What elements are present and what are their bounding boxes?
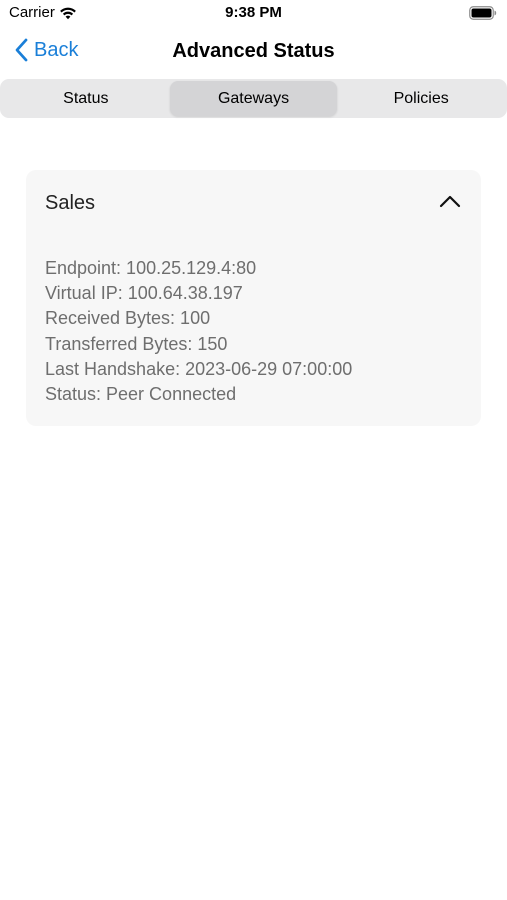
gateway-card-header[interactable]: Sales	[26, 170, 481, 236]
tab-gateways[interactable]: Gateways	[169, 81, 338, 116]
virtual-ip-value: Virtual IP: 100.64.38.197	[45, 283, 243, 304]
tab-status[interactable]: Status	[2, 81, 170, 116]
transferred-bytes-value: Transferred Bytes: 150	[45, 333, 228, 354]
received-bytes-value: Received Bytes: 100	[45, 308, 211, 329]
peer-status-value: Status: Peer Connected	[45, 384, 237, 405]
gateway-card: Sales Endpoint: 100.25.129.4:80 Virtual …	[26, 170, 481, 426]
gateway-name: Sales	[45, 192, 96, 214]
battery-icon	[469, 6, 497, 20]
navigation-bar: Back Advanced Status	[0, 28, 507, 76]
clock: 9:38 PM	[225, 4, 282, 21]
gateway-details: Endpoint: 100.25.129.4:80 Virtual IP: 10…	[45, 256, 352, 407]
status-bar: Carrier 9:38 PM	[0, 0, 507, 28]
segmented-control: Status Gateways Policies	[0, 79, 507, 118]
chevron-up-icon[interactable]	[439, 194, 461, 208]
tab-policies[interactable]: Policies	[337, 81, 505, 116]
last-handshake-value: Last Handshake: 2023-06-29 07:00:00	[45, 358, 353, 379]
endpoint-value: Endpoint: 100.25.129.4:80	[45, 258, 257, 278]
page-title: Advanced Status	[172, 40, 335, 62]
